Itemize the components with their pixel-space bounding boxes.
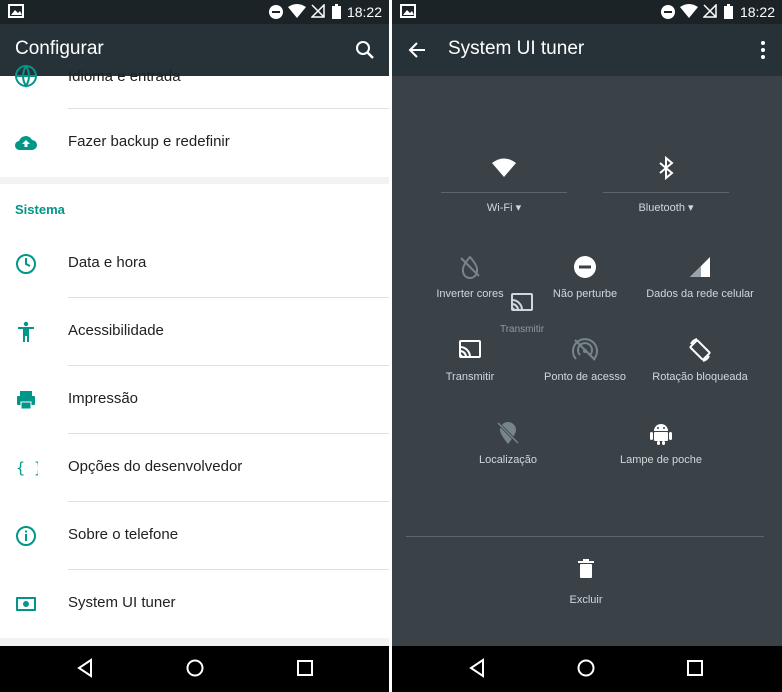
tile-label: Lampe de poche [620,454,702,466]
settings-item-label: Impressão [68,390,139,407]
tile-label: Ponto de acesso [544,371,626,383]
tile-label: Rotação bloqueada [652,371,748,383]
tile-hotspot[interactable]: Ponto de acesso [525,337,645,383]
battery-icon [724,4,733,19]
tile-label: Transmitir [499,324,545,335]
wifi-status-icon [680,4,698,18]
cast-icon [511,293,533,311]
battery-icon [332,4,341,19]
status-bar: 18:22 [392,0,782,24]
no-signal-icon [703,4,717,18]
navigation-bar [0,646,389,692]
back-arrow-icon[interactable] [408,41,426,59]
settings-item-label: Acessibilidade [68,322,164,339]
navigation-bar [392,646,782,692]
settings-item-printing[interactable]: Impressão [0,366,389,434]
settings-item-accessibility[interactable]: Acessibilidade [0,298,389,366]
section-label: Sistema [15,202,65,217]
tile-label: Localização [478,454,538,466]
clock-icon [16,254,36,274]
image-notification-icon [400,4,416,18]
tile-label: Wi-Fi ▾ [486,202,522,214]
settings-item-about[interactable]: Sobre o telefone [0,502,389,570]
tile-cell-data[interactable]: Dados da rede celular [640,254,760,300]
settings-item-developer[interactable]: { } Opções do desenvolvedor [0,434,389,502]
tile-flashlight[interactable]: Lampe de poche [601,420,721,466]
info-icon [16,526,36,546]
invert-colors-icon [460,255,480,279]
tile-cast[interactable]: Transmitir [410,337,530,383]
rotation-lock-icon [689,338,711,362]
wifi-icon [492,158,516,177]
tuner-icon [16,597,36,611]
hotspot-icon [572,338,598,361]
tile-bluetooth[interactable]: Bluetooth ▾ [603,155,729,214]
back-nav-icon[interactable] [467,658,487,678]
page-title: Configurar [15,38,104,59]
cast-icon [459,340,481,358]
svg-text:{ }: { } [16,459,38,477]
tile-dragging-cast[interactable]: Transmitir [462,290,582,335]
trash-icon [578,559,594,578]
do-not-disturb-icon [574,256,596,278]
tile-location[interactable]: Localização [448,420,568,466]
settings-screen: 18:22 Configurar Idioma e entrada Fazer … [0,0,389,692]
dnd-status-icon [269,5,283,19]
home-nav-icon[interactable] [185,658,205,678]
settings-item-ui-tuner[interactable]: System UI tuner [0,570,389,638]
tile-label: Bluetooth ▾ [638,202,694,214]
settings-item-label: Sobre o telefone [68,526,179,543]
tile-label: Dados da rede celular [646,288,754,300]
printer-icon [17,391,35,410]
overflow-menu-icon[interactable] [760,40,766,60]
settings-item-label: Fazer backup e redefinir [68,133,230,150]
ui-tuner-screen: 18:22 System UI tuner Wi-Fi ▾ Bluetooth … [392,0,782,692]
settings-item-date-time[interactable]: Data e hora [0,230,389,298]
settings-item-label: Data e hora [68,254,147,271]
braces-icon: { } [16,459,38,477]
tile-label: Transmitir [445,371,495,383]
no-signal-icon [311,4,325,18]
status-time: 18:22 [739,4,775,20]
tile-rotation-lock[interactable]: Rotação bloqueada [640,337,760,383]
settings-item-backup[interactable]: Fazer backup e redefinir [0,109,389,177]
recents-nav-icon[interactable] [295,658,315,678]
back-nav-icon[interactable] [75,658,95,678]
app-bar: System UI tuner [392,24,782,76]
status-bar: 18:22 [0,0,389,24]
location-off-icon [496,421,520,445]
bluetooth-icon [659,155,674,181]
image-notification-icon [8,4,24,18]
cloud-upload-icon [14,136,37,151]
globe-icon [15,65,37,88]
tile-wifi[interactable]: Wi-Fi ▾ [441,155,567,214]
app-bar: Configurar [0,24,389,76]
delete-label: Excluir [569,594,603,606]
home-nav-icon[interactable] [576,658,596,678]
wifi-status-icon [288,4,306,18]
page-title: System UI tuner [448,38,585,59]
settings-item-label: System UI tuner [68,594,176,611]
android-icon [650,424,672,445]
accessibility-icon [18,321,34,342]
recents-nav-icon[interactable] [685,658,705,678]
settings-item-label: Idioma e entrada [68,68,181,85]
cell-signal-icon [690,257,710,277]
settings-item-language[interactable]: Idioma e entrada [0,65,389,109]
search-icon[interactable] [355,40,375,60]
section-header-system: Sistema [0,184,389,236]
dnd-status-icon [661,5,675,19]
settings-item-label: Opções do desenvolvedor [68,458,243,475]
delete-drop-zone[interactable]: Excluir [526,556,646,606]
tiles-divider [406,536,764,537]
status-time: 18:22 [346,4,382,20]
